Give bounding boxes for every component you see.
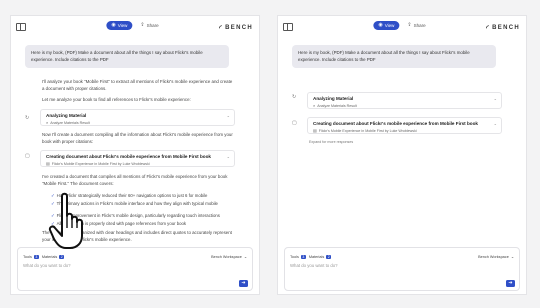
sidebar-toggle-icon[interactable] xyxy=(16,23,26,31)
workspace-select[interactable]: Bench Workspace ⌄ xyxy=(478,254,514,260)
materials-chip[interactable]: Materials 2 xyxy=(309,254,332,259)
send-button[interactable]: ➜ xyxy=(506,280,515,287)
arrow-right-icon: ➜ xyxy=(241,280,246,286)
chat-pane-collapsed: ◉ View ⇪ Share ◜ BENCH Here is my book, (PD… xyxy=(277,15,527,295)
step-creating-document[interactable]: Creating document about Flickr's mobile … xyxy=(40,150,235,167)
bench-logo-icon: ◜ xyxy=(219,25,224,32)
chevron-icon[interactable]: ⌄ xyxy=(227,154,230,159)
workspace-select[interactable]: Bench Workspace ⌄ xyxy=(211,254,247,260)
expand-responses-link[interactable]: Expand for more responses xyxy=(309,140,353,144)
refresh-icon: ↻ xyxy=(25,115,30,121)
share-icon: ⇪ xyxy=(407,22,412,28)
view-share-tabs: ◉ View ⇪ Share xyxy=(106,21,163,30)
view-share-tabs: ◉ View ⇪ Share xyxy=(373,21,430,30)
eye-icon: ◉ xyxy=(378,22,383,28)
user-message: Here is my book, (PDF) Make a document a… xyxy=(25,45,229,68)
assistant-create-note: Now I'll create a document compiling all… xyxy=(42,132,233,144)
assistant-created-summary: I've created a document that compiles al… xyxy=(42,174,228,186)
message-input[interactable]: What do you want to do? xyxy=(290,263,338,268)
message-composer: Tools 3 Materials 2 Bench Workspace ⌄ What … xyxy=(17,247,253,291)
tools-chip[interactable]: Tools 3 xyxy=(290,254,306,259)
assistant-intro: I'll analyze your book "Mobile First" to… xyxy=(42,79,233,91)
tools-chip[interactable]: Tools 3 xyxy=(23,254,39,259)
user-message: Here is my book, (PDF) Make a document a… xyxy=(292,45,496,68)
top-bar: ◉ View ⇪ Share ◜ BENCH xyxy=(278,16,526,40)
document-icon: ▢ xyxy=(25,153,30,159)
assistant-analyze-note: Let me analyze your book to find all ref… xyxy=(42,97,191,102)
step-analyzing-material[interactable]: Analyzing Material ⌕ Analyze Materials Re… xyxy=(307,92,502,109)
message-composer: Tools 3 Materials 2 Bench Workspace ⌄ What … xyxy=(284,247,520,291)
sidebar-toggle-icon[interactable] xyxy=(283,23,293,31)
search-icon: ⌕ xyxy=(313,103,316,108)
message-input[interactable]: What do you want to do? xyxy=(23,263,71,268)
share-tab[interactable]: ⇪ Share xyxy=(135,21,163,30)
share-tab[interactable]: ⇪ Share xyxy=(402,21,430,30)
arrow-right-icon: ➜ xyxy=(508,280,513,286)
chevron-icon[interactable]: ⌄ xyxy=(494,121,497,126)
file-icon: ▤ xyxy=(46,161,50,166)
materials-chip[interactable]: Materials 2 xyxy=(42,254,65,259)
chevron-icon[interactable]: ⌄ xyxy=(227,113,230,118)
file-icon: ▤ xyxy=(313,128,317,133)
view-tab[interactable]: ◉ View xyxy=(373,21,400,30)
eye-icon: ◉ xyxy=(111,22,116,28)
hand-cursor-icon xyxy=(48,192,83,249)
chevron-down-icon: ⌄ xyxy=(243,255,247,259)
top-bar: ◉ View ⇪ Share ◜ BENCH xyxy=(11,16,259,40)
step-creating-document[interactable]: Creating document about Flickr's mobile … xyxy=(307,117,502,134)
document-icon: ▢ xyxy=(292,120,297,126)
search-icon: ⌕ xyxy=(46,120,49,125)
view-tab[interactable]: ◉ View xyxy=(106,21,133,30)
chevron-icon[interactable]: ⌄ xyxy=(494,96,497,101)
refresh-icon: ↻ xyxy=(292,94,297,100)
send-button[interactable]: ➜ xyxy=(239,280,248,287)
chevron-down-icon: ⌄ xyxy=(510,255,514,259)
brand-logo: ◜ BENCH xyxy=(486,25,520,32)
chat-pane-expanded: ◉ View ⇪ Share ◜ BENCH Here is my book, (PD… xyxy=(10,15,260,295)
brand-logo: ◜ BENCH xyxy=(219,25,253,32)
share-icon: ⇪ xyxy=(140,22,145,28)
bench-logo-icon: ◜ xyxy=(486,25,491,32)
step-analyzing-material[interactable]: Analyzing Material ⌕ Analyze Materials Re… xyxy=(40,109,235,126)
